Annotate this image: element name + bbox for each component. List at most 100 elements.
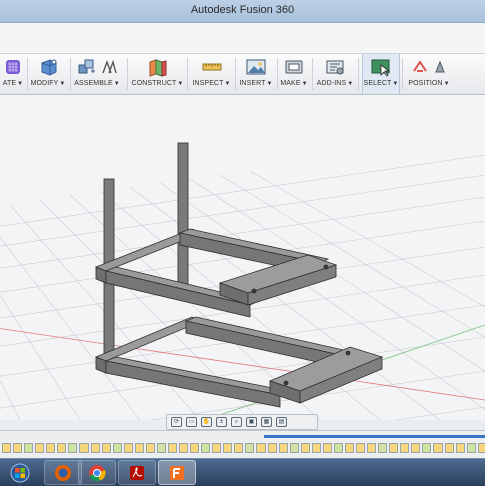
taskbar-chrome[interactable] [78,460,116,485]
timeline-feature-icon[interactable] [101,443,111,453]
timeline-feature-icon[interactable] [112,443,122,453]
toolbar-label-make: MAKE [280,80,301,87]
zoom-icon[interactable]: ± [216,417,227,427]
toolbar-group-add-ins[interactable]: ADD-INS▼ [314,54,356,94]
timeline-feature-icon[interactable] [411,443,421,453]
chevron-down-icon: ▼ [17,81,24,87]
timeline-feature-icon[interactable] [13,443,23,453]
timeline-feature-icon[interactable] [333,443,343,453]
tab-strip [0,23,485,54]
timeline-feature-icon[interactable] [68,443,78,453]
look-at-icon[interactable]: ▭ [186,417,197,427]
acrobat-icon [130,465,144,480]
toolbar-label-insert: INSERT [239,80,266,87]
construct-plane-icon [149,59,166,77]
capture-position-icon [434,60,445,73]
timeline-feature-icon[interactable] [455,443,465,453]
title-bar: Autodesk Fusion 360 [0,0,485,23]
toolbar-label-create: ATE [2,80,17,87]
chevron-down-icon: ▼ [392,81,399,87]
display-settings-icon[interactable]: ▣ [246,417,257,427]
ribbon-toolbar: ATE▼ MODIFY▼ ASSEMBLE▼ CONSTRUCT▼ INSPEC… [0,54,485,95]
timeline-feature-icon[interactable] [300,443,310,453]
toolbar-group-assemble[interactable]: ASSEMBLE▼ [71,54,123,94]
measure-icon [202,63,221,71]
timeline-feature-icon[interactable] [156,443,166,453]
timeline-feature-icon[interactable] [422,443,432,453]
timeline-feature-icon[interactable] [344,443,354,453]
rod-right [177,142,189,294]
timeline-feature-icon[interactable] [378,443,388,453]
taskbar-firefox[interactable] [44,460,82,485]
toolbar-label-modify: MODIFY [30,80,59,87]
orbit-icon[interactable]: ⟳ [171,417,182,427]
timeline-feature-icon[interactable] [123,443,133,453]
timeline-feature-icon[interactable] [145,443,155,453]
navigation-bar: ⟳ ▭ ✋ ± ⌕ ▣ ▦ ▤ [166,414,318,430]
toolbar-group-create[interactable]: ATE▼ [0,54,26,94]
timeline-feature-icon[interactable] [245,443,255,453]
chevron-down-icon: ▼ [113,81,120,87]
toolbar-label-select: SELECT [363,80,392,87]
assemble-icon [78,59,95,74]
timeline-feature-icon[interactable] [212,443,222,453]
model-body[interactable] [94,142,384,408]
timeline-feature-icon[interactable] [322,443,332,453]
select-cursor-icon [371,59,391,77]
timeline-feature-icon[interactable] [179,443,189,453]
taskbar-fusion-360[interactable] [158,460,196,485]
pan-icon[interactable]: ✋ [201,417,212,427]
toolbar-group-construct[interactable]: CONSTRUCT▼ [130,54,185,94]
timeline-feature-icon[interactable] [35,443,45,453]
timeline-feature-icon[interactable] [90,443,100,453]
timeline-feature-icon[interactable] [289,443,299,453]
chevron-down-icon: ▼ [443,81,450,87]
joint-icon [101,59,117,74]
timeline-feature-icon[interactable] [57,443,67,453]
timeline-feature-icon[interactable] [356,443,366,453]
toolbar-group-select[interactable]: SELECT▼ [362,54,400,94]
timeline-feature-icon[interactable] [167,443,177,453]
windows-taskbar [0,458,485,486]
timeline-feature-icon[interactable] [201,443,211,453]
toolbar-group-inspect[interactable]: INSPECT▼ [189,54,234,94]
zoom-window-icon[interactable]: ⌕ [231,417,242,427]
timeline-feature-icon[interactable] [267,443,277,453]
timeline-feature-icon[interactable] [190,443,200,453]
toolbar-label-construct: CONSTRUCT [131,80,177,87]
design-view [0,142,485,420]
toolbar-group-modify[interactable]: MODIFY▼ [28,54,68,94]
timeline-feature-icon[interactable] [2,443,12,453]
taskbar-acrobat[interactable] [118,460,156,485]
viewports-icon[interactable]: ▤ [276,417,287,427]
timeline-feature-icon[interactable] [367,443,377,453]
3d-canvas[interactable] [0,95,485,420]
toolbar-group-make[interactable]: MAKE▼ [278,54,310,94]
toolbar-group-insert[interactable]: INSERT▼ [236,54,276,94]
timeline-feature-icon[interactable] [24,443,34,453]
chevron-down-icon: ▼ [347,81,354,87]
chevron-down-icon: ▼ [59,81,66,87]
toolbar-label-position: POSITION [408,80,443,87]
timeline-feature-icon[interactable] [389,443,399,453]
grid-settings-icon[interactable]: ▦ [261,417,272,427]
timeline-feature-icon[interactable] [234,443,244,453]
window-title: Autodesk Fusion 360 [190,4,295,16]
timeline-feature-icon[interactable] [223,443,233,453]
print-icon [285,60,303,74]
firefox-icon [55,464,71,481]
timeline-feature-icon[interactable] [400,443,410,453]
timeline-feature-icon[interactable] [134,443,144,453]
toolbar-group-position[interactable]: POSITION▼ [404,54,454,94]
timeline-feature-icon[interactable] [466,443,476,453]
timeline-feature-icon[interactable] [278,443,288,453]
timeline-feature-icon[interactable] [256,443,266,453]
timeline-feature-icon[interactable] [46,443,56,453]
timeline-feature-icon[interactable] [444,443,454,453]
timeline-feature-icon[interactable] [433,443,443,453]
timeline-feature-icon[interactable] [311,443,321,453]
windows-start-button[interactable] [2,460,38,485]
timeline-feature-icon[interactable] [79,443,89,453]
timeline-feature-icon[interactable] [477,443,485,453]
insert-image-icon [246,59,266,75]
